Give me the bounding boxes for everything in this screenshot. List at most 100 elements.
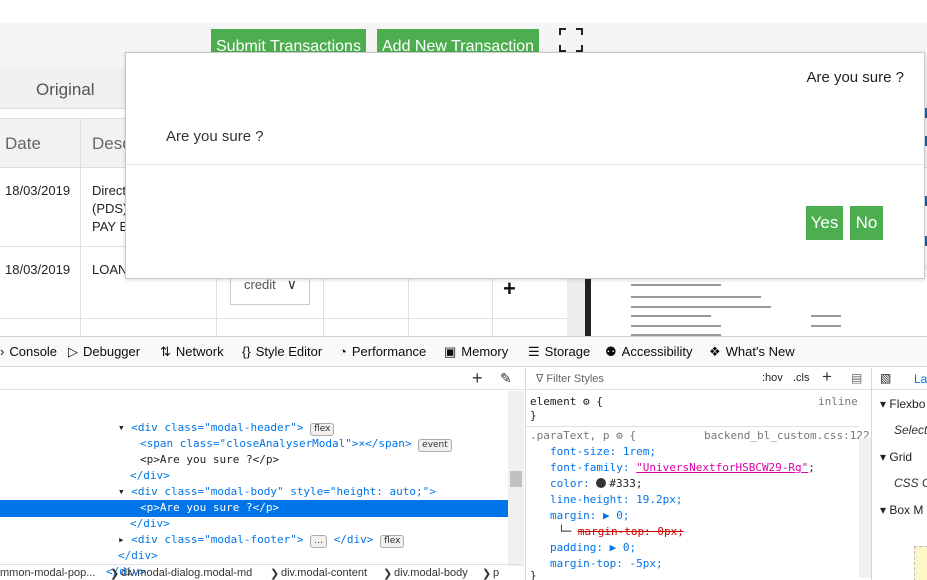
css-declaration-overridden[interactable]: └─ margin-top: 0px;: [558, 524, 684, 540]
breadcrumb-separator-icon: ❯: [110, 568, 120, 580]
rules-scrollbar[interactable]: [859, 438, 871, 578]
network-icon: ⇅: [160, 344, 171, 359]
statement-image: [585, 270, 927, 336]
modal-body-text: Are you sure ?: [166, 128, 264, 145]
tab-layout[interactable]: La: [914, 372, 927, 386]
whats-new-icon: ❖: [709, 344, 721, 359]
tab-original[interactable]: Original: [36, 80, 95, 100]
column-divider: [80, 118, 81, 336]
html-node[interactable]: ▸ <div class="modal-footer"> … </div> fl…: [118, 532, 405, 548]
grid-section[interactable]: ▾ Grid: [880, 450, 912, 464]
breadcrumb-item[interactable]: div.modal-content: [281, 567, 367, 579]
tab-whats-new[interactable]: ❖ What's New: [709, 344, 795, 360]
rule-selector: .paraText, p ⚙ {: [530, 429, 636, 442]
breadcrumb-separator-icon: ❯: [482, 568, 492, 580]
box-model-diagram: [914, 546, 927, 580]
table-cell-date: 18/03/2019: [5, 183, 71, 198]
tab-style-editor[interactable]: {} Style Editor: [242, 344, 322, 359]
breadcrumb-item[interactable]: div.modal-dialog.modal-md: [121, 567, 252, 579]
breadcrumb-item[interactable]: p: [493, 567, 499, 579]
tab-storage[interactable]: ☰ Storage: [528, 344, 590, 360]
breadcrumb-separator-icon: ❯: [383, 568, 393, 580]
rule-close: }: [530, 409, 537, 422]
filter-icon: ∇: [536, 373, 547, 385]
table-cell-desc-line: PAY E: [92, 219, 129, 234]
html-inspector: + ✎ ▾ <div class="modal-header"> flex <s…: [0, 368, 524, 580]
eyedropper-icon[interactable]: ✎: [500, 370, 512, 387]
event-badge[interactable]: event: [418, 439, 452, 452]
tab-debugger[interactable]: ▷ Debugger: [68, 344, 140, 360]
modal-header-title: Are you sure ?: [806, 69, 904, 86]
html-node[interactable]: </div>: [118, 548, 158, 564]
console-icon: ›: [0, 344, 5, 359]
style-editor-icon: {}: [242, 344, 251, 359]
rule-close: }: [530, 569, 537, 580]
table-cell-date: 18/03/2019: [5, 262, 71, 277]
select-value: credit: [244, 277, 276, 292]
css-declaration[interactable]: line-height: 19.2px;: [550, 492, 682, 508]
css-declaration[interactable]: margin: ▶ 0;: [550, 508, 629, 524]
color-swatch[interactable]: [596, 478, 607, 488]
storage-icon: ☰: [528, 344, 540, 359]
column-header-date: Date: [5, 134, 41, 153]
table-cell-desc-line: LOAN: [92, 262, 128, 277]
css-declaration[interactable]: font-family: "UniversNextforHSBCW29-Rg";: [550, 460, 815, 476]
rule-source[interactable]: inline: [818, 394, 858, 410]
flex-badge[interactable]: flex: [380, 535, 405, 548]
selected-html-node[interactable]: <p>Are you sure ?</p>: [0, 500, 508, 517]
html-node-text: <p>Are you sure ?</p>: [140, 501, 280, 514]
layout-pane-header: ▧ La: [872, 368, 927, 390]
html-node[interactable]: <p>Are you sure ?</p>: [140, 452, 279, 468]
css-declaration[interactable]: margin-top: -5px;: [550, 556, 663, 572]
table-cell-desc-line: (PDS): [92, 201, 128, 216]
print-media-icon[interactable]: ▤: [851, 371, 862, 385]
ellipsis-badge[interactable]: …: [310, 535, 328, 548]
devtools-panel: › Console ▷ Debugger ⇅ Network {} Style Edit…: [0, 336, 927, 580]
rules-toolbar: ∇ Filter Styles :hov .cls + ▤: [526, 367, 871, 390]
html-node[interactable]: <span class="closeAnalyserModal">×</span…: [140, 436, 452, 452]
memory-icon: ▣: [444, 344, 457, 359]
add-node-icon[interactable]: +: [472, 368, 483, 389]
filter-styles-input[interactable]: ∇ Filter Styles: [536, 372, 604, 385]
rule-selector: element ⚙ {: [530, 395, 603, 408]
inspector-scrollbar[interactable]: [508, 391, 524, 566]
box-model-section[interactable]: ▾ Box M: [880, 503, 923, 517]
tab-console[interactable]: › Console: [0, 344, 57, 359]
html-node[interactable]: ▾ <div class="modal-header"> flex: [118, 420, 335, 436]
inspector-toolbar: + ✎: [0, 368, 524, 390]
breadcrumb-separator-icon: ❯: [270, 568, 280, 580]
devtools-tabs: › Console ▷ Debugger ⇅ Network {} Style Edit…: [0, 337, 927, 367]
gear-icon[interactable]: ⚙: [583, 395, 590, 408]
css-grid-hint: CSS G: [894, 476, 927, 490]
rules-pane: ∇ Filter Styles :hov .cls + ▤ element ⚙ …: [525, 367, 871, 580]
hov-toggle[interactable]: :hov: [762, 372, 783, 384]
css-declaration[interactable]: color: #333;: [550, 476, 643, 492]
yes-button[interactable]: Yes: [806, 206, 843, 240]
fullscreen-icon[interactable]: [559, 28, 583, 52]
html-node[interactable]: </div>: [130, 468, 170, 484]
html-node[interactable]: ▾ <div class="modal-body" style="height:…: [118, 484, 436, 500]
add-rule-icon[interactable]: +: [822, 367, 832, 387]
modal-divider: [126, 164, 924, 165]
css-declaration[interactable]: font-size: 1rem;: [550, 444, 656, 460]
tab-performance[interactable]: ◔ Performance: [339, 344, 426, 359]
rule-source[interactable]: backend_bl_custom.css:122: [704, 428, 870, 444]
tab-network[interactable]: ⇅ Network: [160, 344, 224, 360]
html-node[interactable]: </div>: [130, 516, 170, 532]
gear-icon[interactable]: ⚙: [616, 429, 623, 442]
sidebar-toggle-icon[interactable]: ▧: [880, 371, 891, 385]
confirm-modal: Are you sure ? Are you sure ? Yes No: [125, 52, 925, 279]
breadcrumb-item[interactable]: div.modal-body: [394, 567, 468, 579]
breadcrumb-item[interactable]: mmon-modal-pop...: [0, 567, 95, 579]
no-button[interactable]: No: [850, 206, 883, 240]
flex-badge[interactable]: flex: [310, 423, 335, 436]
add-row-icon[interactable]: +: [503, 276, 516, 302]
flexbox-section[interactable]: ▾ Flexbo: [880, 397, 925, 411]
accessibility-icon: ⚉: [605, 344, 617, 359]
tab-memory[interactable]: ▣ Memory: [444, 344, 508, 360]
cls-toggle[interactable]: .cls: [793, 372, 810, 384]
css-declaration[interactable]: padding: ▶ 0;: [550, 540, 636, 556]
debugger-icon: ▷: [68, 344, 78, 359]
table-cell-desc-line: Direct: [92, 183, 126, 198]
tab-accessibility[interactable]: ⚉ Accessibility: [605, 344, 692, 360]
